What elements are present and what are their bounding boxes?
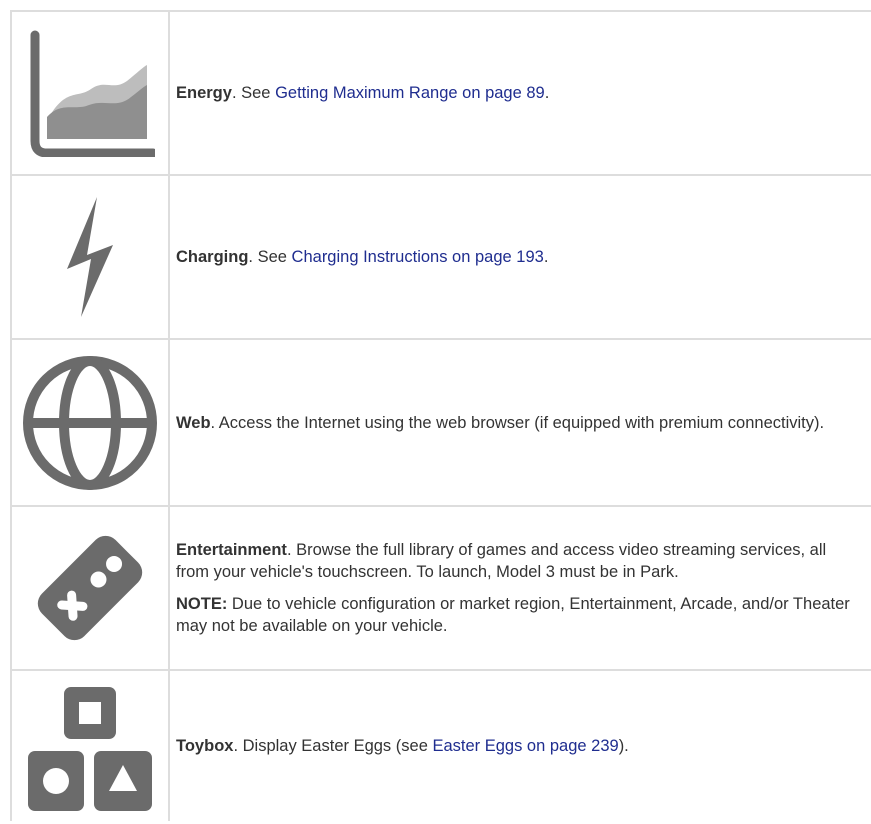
text-span: Due to vehicle configuration or market r…	[176, 595, 850, 635]
link-easter-eggs[interactable]: Easter Eggs on page 239	[432, 737, 618, 755]
text-span: . Access the Internet using the web brow…	[210, 413, 825, 432]
description-charging: Charging. See Charging Instructions on p…	[176, 246, 861, 268]
text-span: . Display Easter Eggs (see	[233, 737, 433, 755]
description-energy: Energy. See Getting Maximum Range on pag…	[176, 82, 861, 104]
table-row-entertainment: Entertainment. Browse the full library o…	[10, 505, 871, 669]
app-launcher-table: Energy. See Getting Maximum Range on pag…	[10, 10, 871, 821]
table-row-web: Web. Access the Internet using the web b…	[10, 338, 871, 505]
description-cell: Energy. See Getting Maximum Range on pag…	[170, 12, 871, 174]
label-web: Web	[176, 413, 211, 432]
table-row-charging: Charging. See Charging Instructions on p…	[10, 174, 871, 338]
link-charging-instructions[interactable]: Charging Instructions on page 193	[292, 248, 544, 266]
icon-cell	[10, 12, 170, 174]
text-span: ).	[618, 737, 629, 755]
description-entertainment: Entertainment. Browse the full library o…	[176, 539, 861, 583]
table-row-toybox: Toybox. Display Easter Eggs (see Easter …	[10, 669, 871, 821]
link-getting-maximum-range[interactable]: Getting Maximum Range on page 89	[275, 84, 545, 102]
game-controller-icon	[37, 535, 143, 641]
icon-cell	[10, 507, 170, 669]
icon-cell	[10, 176, 170, 338]
description-cell: Toybox. Display Easter Eggs (see Easter …	[170, 671, 871, 821]
table-row-energy: Energy. See Getting Maximum Range on pag…	[10, 10, 871, 174]
note-label: NOTE:	[176, 595, 228, 613]
toybox-blocks-icon	[28, 687, 152, 811]
description-cell: Web. Access the Internet using the web b…	[170, 340, 871, 505]
label-energy: Energy	[176, 84, 232, 102]
globe-icon	[23, 355, 157, 490]
label-charging: Charging	[176, 248, 249, 266]
label-entertainment: Entertainment	[176, 541, 287, 559]
description-toybox: Toybox. Display Easter Eggs (see Easter …	[176, 735, 861, 757]
description-cell: Entertainment. Browse the full library o…	[170, 507, 871, 669]
energy-graph-icon	[30, 30, 155, 157]
text-span: . See	[231, 84, 276, 102]
text-span: .	[543, 248, 549, 266]
text-span: . See	[248, 248, 292, 266]
icon-cell	[10, 671, 170, 821]
text-span: .	[544, 84, 550, 102]
label-toybox: Toybox	[176, 737, 234, 755]
lightning-bolt-icon	[67, 197, 113, 317]
description-cell: Charging. See Charging Instructions on p…	[170, 176, 871, 338]
description-web: Web. Access the Internet using the web b…	[176, 412, 861, 434]
note-entertainment: NOTE: Due to vehicle configuration or ma…	[176, 593, 861, 637]
icon-cell	[10, 340, 170, 505]
